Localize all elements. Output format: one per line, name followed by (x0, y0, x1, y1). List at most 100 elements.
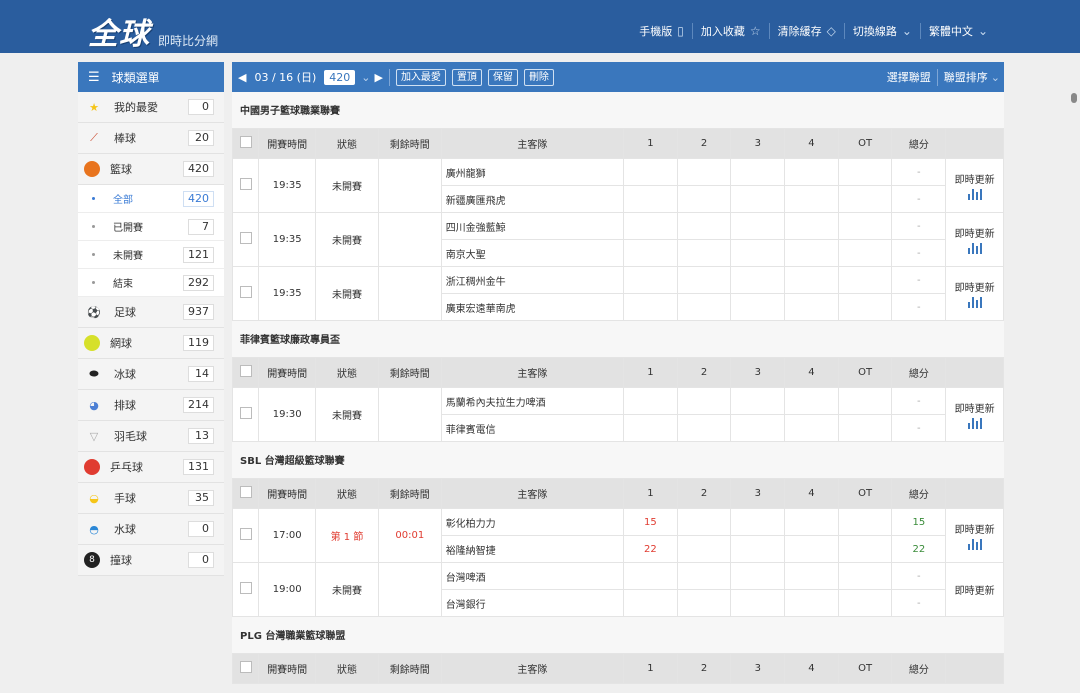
home-team[interactable]: 馬蘭希內夫拉生力啤酒 (440, 387, 625, 415)
away-team[interactable]: 南京大聖 (440, 239, 625, 267)
row-checkbox[interactable] (231, 158, 260, 213)
live-update-cell[interactable]: 即時更新 (945, 387, 1004, 442)
stats-chart-icon[interactable] (967, 418, 982, 429)
league-title[interactable]: 菲律賓籃球廉政專員盃 (232, 321, 1004, 357)
prev-day-icon[interactable]: ◀ (238, 71, 246, 84)
match-table: 開賽時間 狀態 剩餘時間 主客隊 1 2 3 4 OT 總分 17:00 第 1 節 00:01 … (231, 478, 1004, 617)
mobile-icon: ▯ (677, 24, 684, 38)
column-header: 2 (676, 478, 732, 509)
sidebar-subitem[interactable]: 未開賽 121 (78, 241, 224, 269)
sidebar-item-sport[interactable]: ▽ 羽毛球 13 (78, 421, 224, 452)
table-row[interactable]: 17:00 第 1 節 00:01 彰化柏力力 15 15 即時更新 (231, 508, 1004, 563)
sidebar-subitem[interactable]: 已開賽 7 (78, 213, 224, 241)
language-dropdown[interactable]: 繁體中文 ⌄ (919, 23, 996, 39)
delete-button[interactable]: 刪除 (523, 68, 554, 86)
row-checkbox[interactable] (231, 212, 260, 267)
away-team[interactable]: 廣東宏遠華南虎 (440, 293, 625, 321)
live-update-link[interactable]: 即時更新 (955, 521, 995, 536)
mobile-version-link[interactable]: 手機版 ▯ (631, 23, 692, 39)
away-team[interactable]: 裕隆納智捷 (440, 535, 625, 563)
sidebar-item-sport[interactable]: ◕ 排球 214 (78, 390, 224, 421)
add-favorite-button[interactable]: 加入最愛 (395, 68, 446, 86)
sidebar-subitem[interactable]: 結束 292 (78, 269, 224, 297)
away-team[interactable]: 新疆廣匯飛虎 (440, 185, 625, 213)
stats-chart-icon[interactable] (967, 243, 982, 254)
live-update-cell[interactable]: 即時更新 (945, 212, 1004, 267)
sort-league-button[interactable]: 聯盟排序 (944, 69, 988, 85)
sidebar-item-count: 214 (183, 397, 214, 413)
live-update-cell[interactable]: 即時更新 (945, 266, 1004, 321)
away-team[interactable]: 菲律賓電信 (440, 414, 625, 442)
billiard-icon: 8 (84, 552, 100, 568)
switch-line-dropdown[interactable]: 切換線路 ⌄ (843, 23, 920, 39)
clear-cache-link[interactable]: 清除緩存 ◇ (768, 23, 844, 39)
row-checkbox[interactable] (231, 508, 260, 563)
select-league-button[interactable]: 選擇聯盟 (887, 69, 931, 85)
row-checkbox[interactable] (231, 266, 260, 321)
select-all-checkbox[interactable] (231, 128, 260, 159)
sidebar-subitem-count: 292 (183, 274, 214, 291)
table-row[interactable]: 19:35 未開賽 廣州龍獅 - 即時更新 (231, 158, 1004, 213)
sidebar-item-sport[interactable]: ⚽ 足球 937 (78, 297, 224, 328)
stats-chart-icon[interactable] (967, 297, 982, 308)
sidebar-item-sport[interactable]: ◓ 水球 0 (78, 514, 224, 545)
chevron-down-icon[interactable]: ⌄ (361, 71, 370, 84)
live-update-link[interactable]: 即時更新 (955, 225, 995, 240)
match-status: 未開賽 (315, 562, 379, 617)
table-row[interactable]: 19:00 未開賽 台灣啤酒 - 即時更新 (231, 562, 1004, 617)
sidebar-item-sport[interactable]: ● 乒乓球 131 (78, 452, 224, 483)
nav-label: 加入收藏 (700, 25, 745, 38)
home-team[interactable]: 彰化柏力力 (440, 508, 625, 536)
home-team[interactable]: 台灣啤酒 (440, 562, 625, 590)
live-update-link[interactable]: 即時更新 (955, 171, 995, 186)
next-day-icon[interactable]: ▶ (374, 71, 382, 84)
sidebar-item-sport[interactable]: ● 籃球 420 (78, 154, 224, 185)
home-team[interactable]: 廣州龍獅 (440, 158, 625, 186)
table-row[interactable]: 19:30 未開賽 馬蘭希內夫拉生力啤酒 - 即時更新 (231, 387, 1004, 442)
live-update-link[interactable]: 即時更新 (955, 279, 995, 294)
divider (936, 68, 938, 86)
league-title[interactable]: PLG 台灣職業籃球聯盟 (232, 617, 1004, 653)
home-team[interactable]: 浙江稠州金牛 (440, 266, 625, 294)
live-update-cell[interactable]: 即時更新 (945, 562, 1004, 617)
menu-icon[interactable]: ☰ (88, 70, 100, 85)
match-time: 19:00 (258, 562, 317, 617)
basketball-icon: ● (84, 161, 100, 177)
select-all-checkbox[interactable] (231, 357, 260, 388)
stats-chart-icon[interactable] (967, 189, 982, 200)
add-favorite-link[interactable]: 加入收藏 ☆ (691, 23, 769, 39)
table-row[interactable]: 19:35 未開賽 四川金強藍鯨 - 即時更新 (231, 212, 1004, 267)
select-all-checkbox[interactable] (231, 653, 260, 684)
column-header: 1 (623, 357, 678, 388)
sidebar-item-count: 0 (188, 99, 214, 115)
live-update-link[interactable]: 即時更新 (955, 582, 995, 597)
row-checkbox[interactable] (231, 387, 260, 442)
sidebar-item-sport[interactable]: ★ 我的最愛 0 (78, 92, 224, 123)
row-checkbox[interactable] (231, 562, 260, 617)
away-team[interactable]: 台灣銀行 (440, 589, 625, 617)
keep-button[interactable]: 保留 (487, 68, 518, 86)
live-update-cell[interactable]: 即時更新 (945, 508, 1004, 563)
league-title[interactable]: SBL 台灣超級籃球聯賽 (232, 442, 1004, 478)
date-label[interactable]: 03 / 16 (日) (254, 69, 316, 85)
chevron-down-icon[interactable]: ⌄ (991, 71, 1000, 84)
sidebar-item-sport[interactable]: ⬬ 冰球 14 (78, 359, 224, 390)
pin-top-button[interactable]: 置頂 (451, 68, 482, 86)
sidebar-item-sport[interactable]: 8 撞球 0 (78, 545, 224, 576)
select-all-checkbox[interactable] (231, 478, 260, 509)
sidebar-item-sport[interactable]: ◒ 手球 35 (78, 483, 224, 514)
sidebar-subitem[interactable]: 全部 420 (78, 185, 224, 213)
live-update-link[interactable]: 即時更新 (955, 400, 995, 415)
scrollbar-thumb[interactable] (1071, 93, 1077, 103)
away-q1 (623, 239, 678, 267)
sidebar-item-sport[interactable]: ⟋ 棒球 20 (78, 123, 224, 154)
match-time: 19:35 (258, 212, 317, 267)
away-total: - (891, 414, 947, 442)
live-update-cell[interactable]: 即時更新 (945, 158, 1004, 213)
home-team[interactable]: 四川金強藍鯨 (440, 212, 625, 240)
league-title[interactable]: 中國男子籃球職業聯賽 (232, 92, 1004, 128)
site-logo[interactable]: 全球 (88, 9, 150, 53)
sidebar-item-sport[interactable]: ● 網球 119 (78, 328, 224, 359)
table-row[interactable]: 19:35 未開賽 浙江稠州金牛 - 即時更新 (231, 266, 1004, 321)
stats-chart-icon[interactable] (967, 539, 982, 550)
